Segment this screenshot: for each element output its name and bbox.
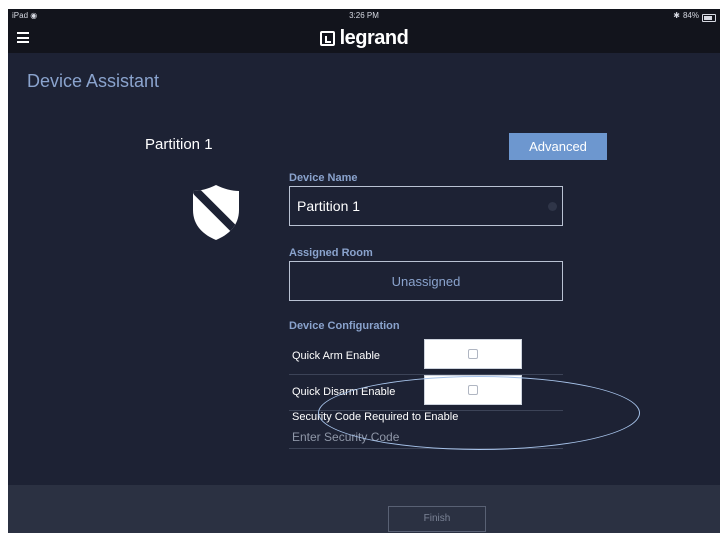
quick-arm-row: Quick Arm Enable <box>289 338 563 375</box>
app-header: legrand <box>8 23 720 53</box>
quick-disarm-toggle-area[interactable] <box>424 375 522 405</box>
assigned-room-select[interactable]: Unassigned <box>289 261 563 301</box>
quick-disarm-checkbox[interactable] <box>468 385 478 395</box>
quick-arm-checkbox[interactable] <box>468 349 478 359</box>
battery-percent: 84% <box>682 11 699 20</box>
assigned-room-label: Assigned Room <box>289 247 373 259</box>
finish-button[interactable]: Finish <box>388 506 486 532</box>
security-code-label: Security Code Required to Enable <box>292 411 459 423</box>
device-name-field <box>289 186 563 226</box>
quick-arm-toggle-area[interactable] <box>424 339 522 369</box>
bluetooth-icon: ✱ <box>673 11 680 20</box>
quick-arm-label: Quick Arm Enable <box>292 350 381 362</box>
security-shield-icon <box>193 185 239 240</box>
quick-disarm-label: Quick Disarm Enable <box>292 386 396 398</box>
battery-icon <box>702 13 716 22</box>
brand-logo: legrand <box>8 27 720 51</box>
footer-bar: Finish <box>8 485 720 533</box>
quick-disarm-row: Quick Disarm Enable <box>289 374 563 411</box>
status-time: 3:26 PM <box>349 11 379 20</box>
app-screen: iPad ◉ 3:26 PM ✱ 84% legrand Device Assi… <box>8 9 720 533</box>
security-code-input[interactable] <box>289 425 563 449</box>
battery-status: ✱ 84% <box>673 11 716 22</box>
page-title: Device Assistant <box>27 71 160 91</box>
device-name-label: Device Name <box>289 172 358 184</box>
device-configuration-label: Device Configuration <box>289 320 400 332</box>
legrand-mark-icon <box>319 31 335 46</box>
advanced-button[interactable]: Advanced <box>509 133 607 160</box>
partition-name: Partition 1 <box>145 136 213 153</box>
main-content: Device Assistant Partition 1 Advanced De… <box>8 53 720 485</box>
status-bar: iPad ◉ 3:26 PM ✱ 84% <box>8 9 720 23</box>
device-name-input[interactable] <box>290 187 562 225</box>
clear-text-icon[interactable] <box>548 202 557 211</box>
brand-name: legrand <box>339 27 409 49</box>
